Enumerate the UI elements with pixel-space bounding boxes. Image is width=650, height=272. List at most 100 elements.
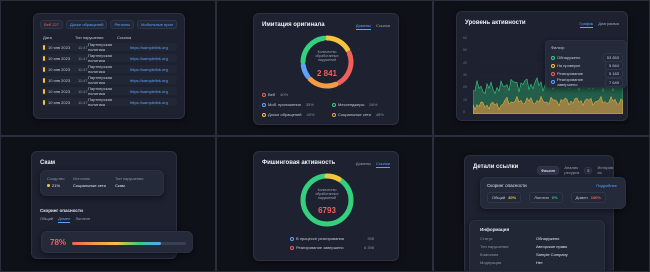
filter-checkbox-icon[interactable]	[551, 55, 555, 60]
legend-value: 56%	[369, 102, 378, 107]
col-header-type[interactable]: Тип нарушения	[75, 35, 117, 40]
row-status-marker	[43, 44, 45, 50]
phishing-tabs: Домены Ссылки	[356, 161, 390, 168]
info-key: Компания	[480, 252, 499, 257]
score-label: Домен	[575, 195, 588, 200]
value-violation-type: Скам	[115, 183, 125, 188]
popup-item-value: 7 645	[604, 77, 623, 87]
row-time: 11:47	[78, 77, 88, 83]
link-tabs: Фишинг Анализ ресурса 5 История из	[537, 165, 613, 175]
imitation-tabs: Домены Ссылки	[355, 23, 390, 30]
row-link[interactable]: https://samplelink.org	[130, 100, 168, 105]
legend-value: 40%	[306, 112, 315, 117]
imitation-donut	[300, 35, 354, 89]
row-status-marker	[43, 66, 45, 72]
row-time: 11:47	[78, 88, 88, 94]
legend-item: В процессе реагирования 395	[290, 236, 374, 241]
scam-title: Скам	[40, 160, 56, 166]
legend-item: Досье обращений 40%	[262, 112, 315, 117]
row-date: 10 янв 2023	[48, 66, 71, 72]
tab-phishing-domains[interactable]: Домены	[356, 161, 371, 168]
table-row[interactable]: 10 янв 2023 11:47 Партнерская политика http…	[41, 86, 177, 96]
y-tick-label: 40	[463, 60, 467, 65]
info-value: Авторское право	[536, 244, 568, 249]
phishing-panel: Фишинговая активность Домены Ссылки Коли…	[253, 151, 399, 261]
filter-chips: Веб 227 Досье обращений Регионы Мобильны…	[40, 20, 178, 29]
tab-links[interactable]: Ссылки	[376, 23, 390, 30]
cell-phishing: Фишинговая активность Домены Ссылки Коли…	[216, 136, 433, 272]
table-row[interactable]: 10 янв 2023 11:47 Партнерская политика http…	[41, 97, 177, 107]
legend-dot-icon	[262, 92, 266, 97]
tab-risk-domain[interactable]: Домен	[58, 216, 71, 223]
tab-phishing[interactable]: Фишинг	[537, 165, 560, 175]
popup-title: Фильтр	[551, 45, 565, 50]
y-axis: 60 50 40 30 20 10 0	[463, 36, 467, 114]
tab-risk-logo[interactable]: Логотип	[75, 216, 90, 223]
row-status-marker	[43, 55, 45, 61]
cell-link-details: Детали ссылки Фишинг Анализ ресурса 5 Ис…	[433, 136, 650, 272]
legend-item: Мессенджеры 56%	[332, 102, 377, 107]
score-details-link[interactable]: Подробнее	[596, 183, 617, 188]
filter-checkbox-icon[interactable]	[551, 71, 555, 76]
legend-label: Мессенджеры	[338, 102, 365, 107]
tab-history[interactable]: История из	[597, 165, 613, 175]
phishing-donut	[300, 173, 354, 227]
row-violation-type: Партнерская политика	[88, 64, 112, 74]
tab-domains[interactable]: Домены	[355, 23, 371, 30]
y-tick-label: 60	[463, 36, 467, 40]
y-tick-label: 50	[463, 48, 467, 53]
col-header-link[interactable]: Ссылка	[117, 35, 131, 40]
risk-tabs: Общий Домен Логотип	[40, 216, 90, 223]
tab-graph[interactable]: График	[579, 21, 594, 28]
activity-filter-popup: Фильтр Обнаружено 53 653 На проверке 5 844 Р…	[545, 40, 627, 88]
row-time: 11:47	[78, 66, 88, 72]
col-header-date[interactable]: Дата	[43, 35, 75, 40]
legend-label: Реагирование завершено	[296, 245, 344, 250]
tab-risk-total[interactable]: Общий	[40, 216, 53, 223]
row-link[interactable]: https://samplelink.org	[130, 78, 168, 83]
legend-label: Досье обращений	[268, 112, 302, 117]
tab-resource-analysis[interactable]: Анализ ресурса	[564, 165, 579, 175]
filter-chip-mobile-apps[interactable]: Мобильные прил	[137, 20, 178, 29]
imitation-center-value: 2 841	[316, 69, 338, 78]
table-header: Дата Тип нарушения Ссылка	[43, 35, 177, 40]
donut-segment	[300, 62, 311, 79]
info-value: Нет	[536, 260, 543, 265]
row-link[interactable]: https://samplelink.org	[130, 56, 168, 61]
table-row[interactable]: 10 янв 2023 11:47 Партнерская политика http…	[41, 53, 177, 63]
filter-chip-regions[interactable]: Регионы	[110, 20, 135, 29]
table-row[interactable]: 10 янв 2023 11:47 Партнерская политика http…	[41, 42, 177, 52]
violations-table-panel: Веб 227 Досье обращений Регионы Мобильны…	[33, 13, 185, 119]
row-date: 10 янв 2023	[48, 88, 71, 94]
popup-filter-item[interactable]: Реагирование завершено 7 645	[551, 77, 623, 87]
y-tick-label: 20	[463, 85, 467, 90]
cell-imitation: Имитация оригинала Домены Ссылки Количес…	[216, 0, 433, 136]
filter-chip-web[interactable]: Веб 227	[40, 20, 63, 29]
row-violation-type: Партнерская политика	[88, 75, 112, 85]
legend-label: Веб	[268, 92, 276, 97]
filter-checkbox-icon[interactable]	[551, 80, 555, 84]
row-date: 10 янв 2023	[48, 55, 71, 61]
row-link[interactable]: https://samplelink.org	[130, 45, 168, 50]
info-key: Статус	[480, 236, 493, 241]
table-row[interactable]: 10 янв 2023 11:47 Партнерская политика http…	[41, 75, 177, 85]
filter-checkbox-icon[interactable]	[551, 63, 555, 68]
tab-diagram[interactable]: Диаграмма	[598, 21, 619, 28]
value-source: Социальные сети	[73, 183, 106, 188]
row-violation-type: Партнерская политика	[88, 97, 112, 107]
filter-chip-dossier[interactable]: Досье обращений	[65, 20, 108, 29]
legend-dot-icon	[290, 236, 294, 241]
tab-phishing-links[interactable]: Ссылки	[375, 161, 390, 168]
row-time: 11:47	[78, 99, 88, 105]
info-card: Информация Статус Обнаружено Тип нарушения…	[469, 220, 605, 271]
legend-item: Веб 40%	[262, 92, 288, 97]
popup-item-label: Обнаружено	[557, 55, 581, 60]
table-row[interactable]: 10 янв 2023 11:47 Партнерская политика http…	[41, 64, 177, 74]
label-source: Источник	[73, 176, 91, 181]
donut-segment	[324, 35, 351, 53]
imitation-panel: Имитация оригинала Домены Ссылки Количес…	[253, 13, 399, 125]
legend-value: 6 398	[363, 245, 374, 250]
row-link[interactable]: https://samplelink.org	[130, 67, 168, 72]
row-link[interactable]: https://samplelink.org	[130, 89, 168, 94]
phishing-center-value: 6793	[318, 206, 336, 215]
